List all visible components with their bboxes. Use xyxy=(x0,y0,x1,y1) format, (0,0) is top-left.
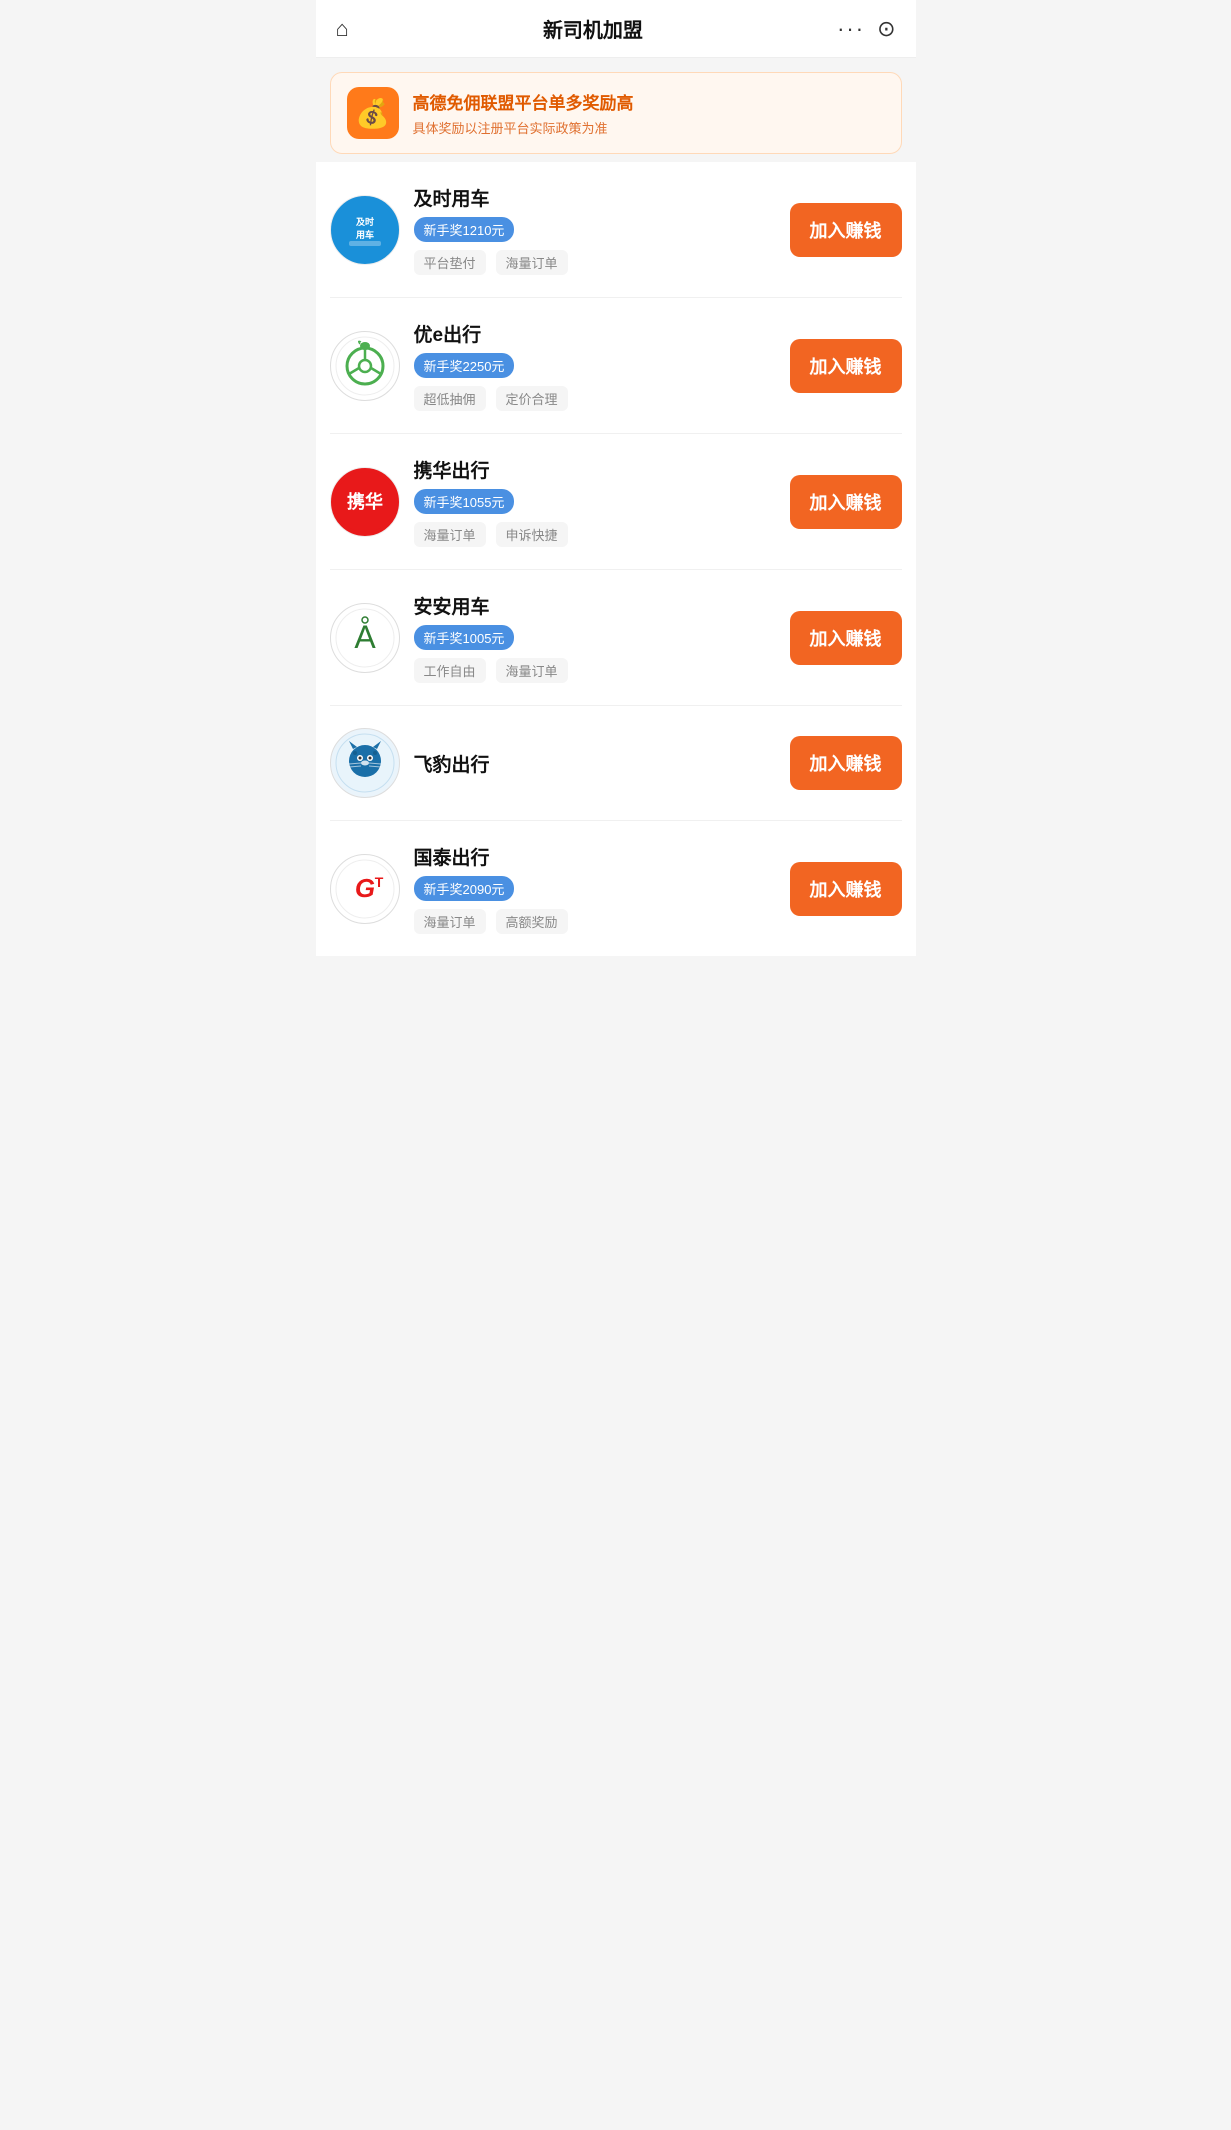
service-logo-youe xyxy=(330,331,400,401)
service-tags-youe: 超低抽佣 定价合理 xyxy=(414,386,776,411)
guotai-logo-svg: G T xyxy=(335,859,395,919)
service-name-anan: 安安用车 xyxy=(414,592,776,619)
service-logo-feibao xyxy=(330,728,400,798)
svg-text:A: A xyxy=(354,619,376,655)
join-button-xiehua[interactable]: 加入赚钱 xyxy=(790,475,902,529)
join-button-jishi[interactable]: 加入赚钱 xyxy=(790,203,902,257)
svg-text:携华: 携华 xyxy=(347,491,383,512)
service-item-guotai: G T 国泰出行 新手奖2090元 海量订单 高额奖励 加入赚钱 xyxy=(330,821,902,956)
svg-text:及时: 及时 xyxy=(355,216,373,227)
service-tags-jishi: 平台垫付 海量订单 xyxy=(414,250,776,275)
banner-title: 高德免佣联盟平台单多奖励高 xyxy=(413,89,634,114)
service-item-xiehua: 携华 携华出行 新手奖1055元 海量订单 申诉快捷 加入赚钱 xyxy=(330,434,902,570)
service-tags-xiehua: 海量订单 申诉快捷 xyxy=(414,522,776,547)
svg-text:用车: 用车 xyxy=(354,229,373,240)
svg-text:G: G xyxy=(354,873,374,903)
service-name-feibao: 飞豹出行 xyxy=(414,750,776,777)
service-tag-anan-0: 工作自由 xyxy=(414,658,486,683)
nav-right: ··· ⊙ xyxy=(837,16,895,42)
service-item-jishi: 及时 用车 及时用车 新手奖1210元 平台垫付 海量订单 加入赚钱 xyxy=(330,162,902,298)
service-tag-guotai-1: 高额奖励 xyxy=(496,909,568,934)
service-tag-youe-1: 定价合理 xyxy=(496,386,568,411)
banner-subtitle: 具体奖励以注册平台实际政策为准 xyxy=(413,118,634,137)
service-tag-xiehua-0: 海量订单 xyxy=(414,522,486,547)
service-item-anan: A 安安用车 新手奖1005元 工作自由 海量订单 加入赚钱 xyxy=(330,570,902,706)
youe-logo-svg xyxy=(335,336,395,396)
svg-text:T: T xyxy=(374,874,383,890)
service-badge-xiehua: 新手奖1055元 xyxy=(414,489,515,514)
page-title: 新司机加盟 xyxy=(543,14,643,43)
home-icon[interactable]: ⌂ xyxy=(336,16,349,42)
service-tag-guotai-0: 海量订单 xyxy=(414,909,486,934)
service-info-guotai: 国泰出行 新手奖2090元 海量订单 高额奖励 xyxy=(414,843,776,934)
service-badge-youe: 新手奖2250元 xyxy=(414,353,515,378)
service-name-xiehua: 携华出行 xyxy=(414,456,776,483)
service-tag-xiehua-1: 申诉快捷 xyxy=(496,522,568,547)
feibao-logo-svg xyxy=(335,733,395,793)
more-icon[interactable]: ··· xyxy=(837,16,865,42)
service-logo-jishi: 及时 用车 xyxy=(330,195,400,265)
jishi-logo-svg: 及时 用车 xyxy=(335,200,395,260)
nav-bar: ⌂ 新司机加盟 ··· ⊙ xyxy=(316,0,916,58)
anan-logo-svg: A xyxy=(335,608,395,668)
service-badge-jishi: 新手奖1210元 xyxy=(414,217,515,242)
service-logo-xiehua: 携华 xyxy=(330,467,400,537)
promo-banner: 💰 高德免佣联盟平台单多奖励高 具体奖励以注册平台实际政策为准 xyxy=(330,72,902,154)
join-button-anan[interactable]: 加入赚钱 xyxy=(790,611,902,665)
service-tags-anan: 工作自由 海量订单 xyxy=(414,658,776,683)
service-info-feibao: 飞豹出行 xyxy=(414,750,776,777)
service-item-youe: 优e出行 新手奖2250元 超低抽佣 定价合理 加入赚钱 xyxy=(330,298,902,434)
service-tag-jishi-1: 海量订单 xyxy=(496,250,568,275)
service-info-xiehua: 携华出行 新手奖1055元 海量订单 申诉快捷 xyxy=(414,456,776,547)
service-info-youe: 优e出行 新手奖2250元 超低抽佣 定价合理 xyxy=(414,320,776,411)
banner-icon: 💰 xyxy=(347,87,399,139)
banner-text: 高德免佣联盟平台单多奖励高 具体奖励以注册平台实际政策为准 xyxy=(413,89,634,137)
service-badge-anan: 新手奖1005元 xyxy=(414,625,515,650)
service-badge-guotai: 新手奖2090元 xyxy=(414,876,515,901)
scan-icon[interactable]: ⊙ xyxy=(877,16,895,42)
join-button-feibao[interactable]: 加入赚钱 xyxy=(790,736,902,790)
service-tag-anan-1: 海量订单 xyxy=(496,658,568,683)
service-logo-guotai: G T xyxy=(330,854,400,924)
service-tag-youe-0: 超低抽佣 xyxy=(414,386,486,411)
service-name-jishi: 及时用车 xyxy=(414,184,776,211)
service-name-guotai: 国泰出行 xyxy=(414,843,776,870)
service-logo-anan: A xyxy=(330,603,400,673)
service-tags-guotai: 海量订单 高额奖励 xyxy=(414,909,776,934)
service-item-feibao: 飞豹出行 加入赚钱 xyxy=(330,706,902,821)
service-info-jishi: 及时用车 新手奖1210元 平台垫付 海量订单 xyxy=(414,184,776,275)
service-tag-jishi-0: 平台垫付 xyxy=(414,250,486,275)
xiehua-logo-svg: 携华 xyxy=(335,472,395,532)
service-list: 及时 用车 及时用车 新手奖1210元 平台垫付 海量订单 加入赚钱 xyxy=(316,162,916,956)
nav-left: ⌂ xyxy=(336,16,349,42)
service-info-anan: 安安用车 新手奖1005元 工作自由 海量订单 xyxy=(414,592,776,683)
join-button-youe[interactable]: 加入赚钱 xyxy=(790,339,902,393)
join-button-guotai[interactable]: 加入赚钱 xyxy=(790,862,902,916)
service-name-youe: 优e出行 xyxy=(414,320,776,347)
